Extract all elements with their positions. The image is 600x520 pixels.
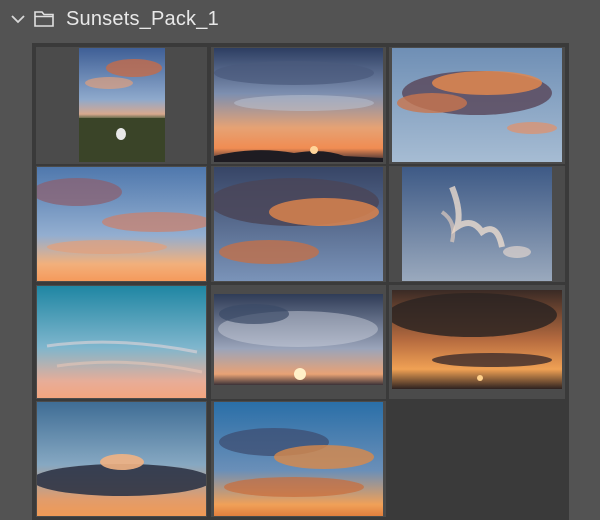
sunset-horizon-thumbnail[interactable] xyxy=(214,48,383,162)
storm-cloud-thumbnail[interactable] xyxy=(37,402,206,516)
thumbnail-cell[interactable] xyxy=(211,166,386,282)
chevron-down-icon[interactable] xyxy=(11,14,25,24)
thumbnail-cell[interactable] xyxy=(389,47,565,164)
orange-clouds-thumbnail[interactable] xyxy=(392,48,562,162)
thumbnail-cell[interactable] xyxy=(36,401,207,517)
thumbnail-cell[interactable] xyxy=(211,401,386,517)
thumbnail-cell[interactable] xyxy=(36,166,207,282)
folder-name: Sunsets_Pack_1 xyxy=(66,8,219,30)
wispy-cloud-thumbnail[interactable] xyxy=(402,167,552,281)
dramatic-clouds-thumbnail[interactable] xyxy=(214,167,383,281)
dark-sunset-thumbnail[interactable] xyxy=(392,290,562,389)
folder-header[interactable]: Sunsets_Pack_1 xyxy=(0,0,600,40)
pink-clouds-thumbnail[interactable] xyxy=(37,167,206,281)
portrait-sunset-thumbnail[interactable] xyxy=(79,48,165,162)
thumbnail-cell[interactable] xyxy=(211,285,386,399)
sun-rays-thumbnail[interactable] xyxy=(214,294,383,385)
thumbnail-grid xyxy=(32,43,569,520)
teal-sky-thumbnail[interactable] xyxy=(37,286,206,398)
thumbnail-cell[interactable] xyxy=(389,166,565,282)
blue-orange-clouds-thumbnail[interactable] xyxy=(214,402,383,516)
thumbnail-cell[interactable] xyxy=(389,285,565,399)
thumbnail-cell[interactable] xyxy=(36,285,207,399)
folder-icon xyxy=(34,11,54,27)
thumbnail-cell[interactable] xyxy=(211,47,386,164)
thumbnail-cell[interactable] xyxy=(36,47,207,164)
